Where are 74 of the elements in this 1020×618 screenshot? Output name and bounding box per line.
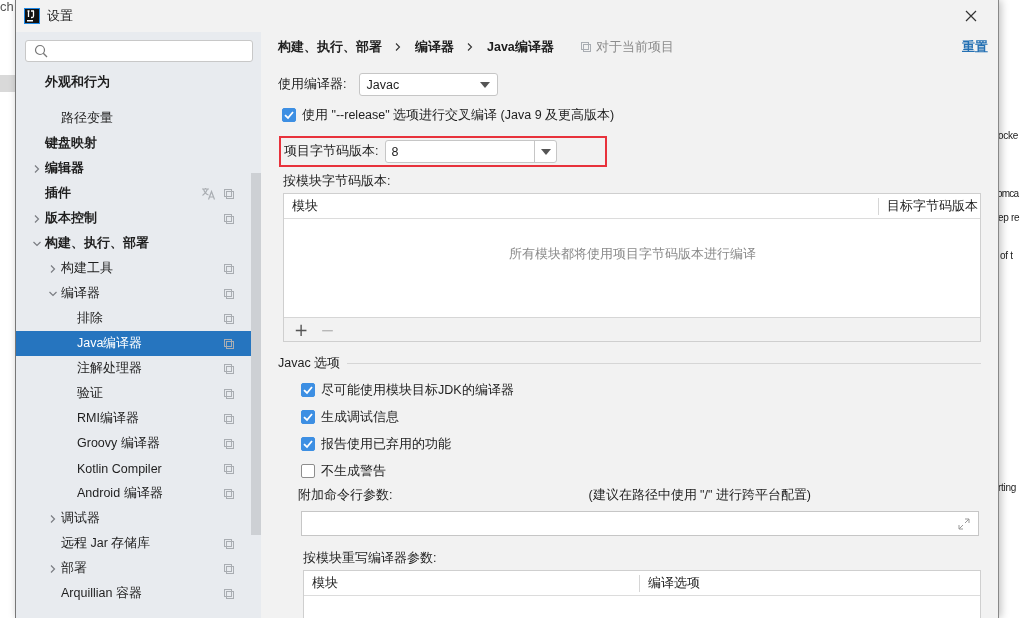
- sidebar-item[interactable]: Kotlin Compiler: [16, 456, 251, 481]
- sidebar-item[interactable]: 构建、执行、部署: [16, 231, 251, 256]
- chevron-icon: [394, 42, 402, 52]
- column-header[interactable]: 目标字节码版本: [878, 197, 980, 215]
- checkbox[interactable]: [301, 410, 315, 424]
- breadcrumb-item[interactable]: 构建、执行、部署: [278, 38, 382, 56]
- checkbox[interactable]: [301, 464, 315, 478]
- background-panel: [0, 75, 15, 92]
- checkbox[interactable]: [282, 108, 296, 122]
- background-text: of t: [1000, 250, 1013, 261]
- background-text: ocke: [998, 130, 1018, 141]
- scrollbar-thumb[interactable]: [251, 173, 261, 535]
- sidebar-item[interactable]: RMI编译器: [16, 406, 251, 431]
- sidebar-item[interactable]: 插件: [16, 181, 251, 206]
- compiler-dropdown[interactable]: Javac: [359, 73, 499, 96]
- sidebar-item[interactable]: 远程 Jar 存储库: [16, 531, 251, 556]
- checkbox-label: 不生成警告: [321, 462, 386, 480]
- section-label: 按模块字节码版本:: [283, 173, 392, 187]
- scope-note: 对于当前项目: [595, 38, 674, 56]
- sidebar-item[interactable]: 排除: [16, 306, 251, 331]
- section-label: 按模块重写编译器参数:: [303, 550, 438, 564]
- sidebar-item[interactable]: 构建工具: [16, 256, 251, 281]
- section-title: Javac 选项: [278, 354, 341, 372]
- sidebar-item[interactable]: 验证: [16, 381, 251, 406]
- copy-icon: [579, 41, 592, 53]
- chevron-icon: [466, 42, 474, 52]
- background-text: rting: [998, 482, 1016, 493]
- field-label: 附加命令行参数:: [298, 486, 393, 504]
- sidebar-item[interactable]: Groovy 编译器: [16, 431, 251, 456]
- sidebar-item[interactable]: Arquillian 容器: [16, 581, 251, 606]
- checkbox-label: 使用 "--release" 选项进行交叉编译 (Java 9 及更高版本): [302, 106, 615, 124]
- breadcrumb-item[interactable]: Java编译器: [487, 38, 554, 56]
- column-header[interactable]: 模块: [284, 197, 878, 215]
- sidebar-item[interactable]: 版本控制: [16, 206, 251, 231]
- sidebar-item[interactable]: 外观和行为: [16, 70, 251, 95]
- checkbox-label: 生成调试信息: [321, 408, 399, 426]
- search-icon: [34, 44, 48, 58]
- sidebar-item[interactable]: 调试器: [16, 506, 251, 531]
- chevron-icon: [32, 163, 42, 174]
- chevron-icon: [32, 213, 42, 224]
- empty-table-text: 所有模块都将使用项目字节码版本进行编译: [508, 246, 756, 263]
- search-field[interactable]: [25, 40, 253, 62]
- sidebar-item[interactable]: Java编译器: [16, 331, 251, 356]
- expand-icon: [958, 517, 970, 530]
- add-button[interactable]: +: [290, 320, 313, 339]
- column-header[interactable]: 模块: [304, 574, 639, 592]
- sidebar-item[interactable]: 编译器: [16, 281, 251, 306]
- field-label: 项目字节码版本:: [284, 143, 379, 160]
- chevron-icon: [48, 513, 58, 524]
- chevron-icon: [48, 563, 58, 574]
- checkbox[interactable]: [301, 437, 315, 451]
- sidebar-item[interactable]: 键盘映射: [16, 131, 251, 156]
- dropdown-arrow-icon: [480, 81, 491, 88]
- sidebar-item[interactable]: 部署: [16, 556, 251, 581]
- checkbox[interactable]: [301, 383, 315, 397]
- chevron-icon: [48, 263, 58, 274]
- arguments-field[interactable]: [301, 511, 979, 536]
- column-header[interactable]: 编译选项: [639, 574, 980, 592]
- close-icon: [965, 10, 977, 22]
- background-text: ch: [0, 0, 14, 14]
- sidebar-item[interactable]: 路径变量: [16, 106, 251, 131]
- field-label: 使用编译器:: [278, 76, 347, 93]
- dropdown-arrow-icon: [541, 148, 551, 155]
- checkbox-label: 报告使用已弃用的功能: [321, 435, 451, 453]
- bytecode-version-combo[interactable]: 8: [385, 140, 558, 163]
- sidebar-item[interactable]: 编辑器: [16, 156, 251, 181]
- reset-link[interactable]: 重置: [962, 38, 988, 56]
- breadcrumb-item[interactable]: 编译器: [415, 38, 454, 56]
- hint-text: (建议在路径中使用 "/" 进行跨平台配置): [588, 486, 811, 504]
- app-logo-icon: [24, 8, 40, 24]
- window-title: 设置: [47, 7, 73, 25]
- checkbox-label: 尽可能使用模块目标JDK的编译器: [321, 381, 514, 399]
- sidebar-item[interactable]: 注解处理器: [16, 356, 251, 381]
- sidebar-item[interactable]: Android 编译器: [16, 481, 251, 506]
